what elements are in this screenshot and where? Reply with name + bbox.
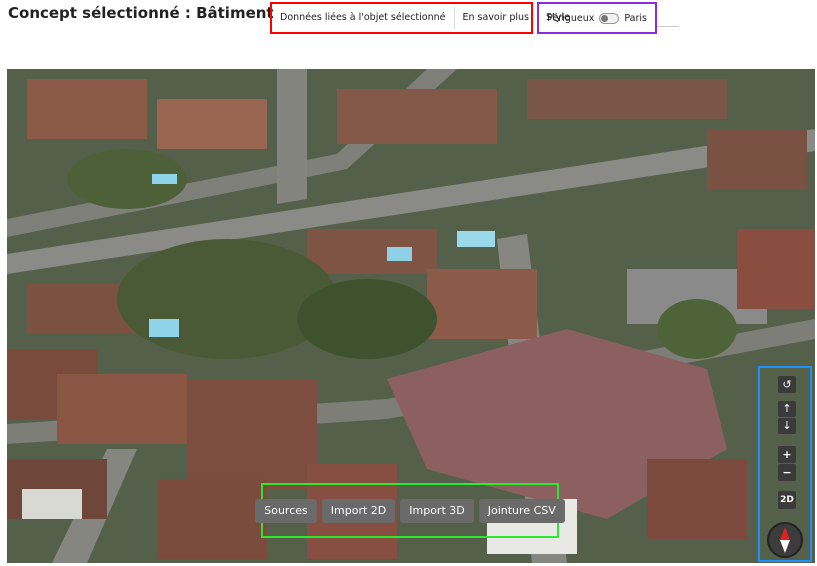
sources-button[interactable]: Sources bbox=[255, 498, 317, 523]
data-actions-group: Sources Import 2D Import 3D Jointure CSV bbox=[255, 483, 565, 538]
city-toggle-switch[interactable] bbox=[599, 12, 620, 24]
minus-icon[interactable]: − bbox=[778, 464, 796, 481]
plus-icon[interactable]: + bbox=[778, 446, 796, 463]
csv-join-button[interactable]: Jointure CSV bbox=[478, 498, 565, 523]
linked-data-button[interactable]: Données liées à l'objet sélectionné bbox=[272, 7, 455, 29]
compass-icon[interactable] bbox=[767, 522, 803, 558]
import-3d-button[interactable]: Import 3D bbox=[400, 498, 474, 523]
arrow-up-icon[interactable]: ↑ bbox=[778, 401, 796, 417]
import-2d-button[interactable]: Import 2D bbox=[321, 498, 396, 523]
page-title: Concept sélectionné : Bâtiment bbox=[8, 4, 274, 22]
map-navigation-controls: ↺ ↑ ↓ + − 2D bbox=[758, 366, 812, 562]
header-divider bbox=[657, 26, 679, 27]
city-toggle-group: Périgueux Paris bbox=[537, 2, 657, 34]
learn-more-button[interactable]: En savoir plus bbox=[455, 7, 538, 29]
compass-needle bbox=[780, 527, 790, 553]
toggle-knob bbox=[601, 14, 609, 22]
city-perigueux-label: Périgueux bbox=[547, 12, 595, 24]
city-paris-label: Paris bbox=[624, 12, 647, 24]
reset-view-icon[interactable]: ↺ bbox=[778, 376, 796, 393]
object-toolbar: Données liées à l'objet sélectionné En s… bbox=[270, 2, 570, 34]
mode-2d-button[interactable]: 2D bbox=[778, 491, 796, 509]
arrow-down-icon[interactable]: ↓ bbox=[778, 418, 796, 434]
